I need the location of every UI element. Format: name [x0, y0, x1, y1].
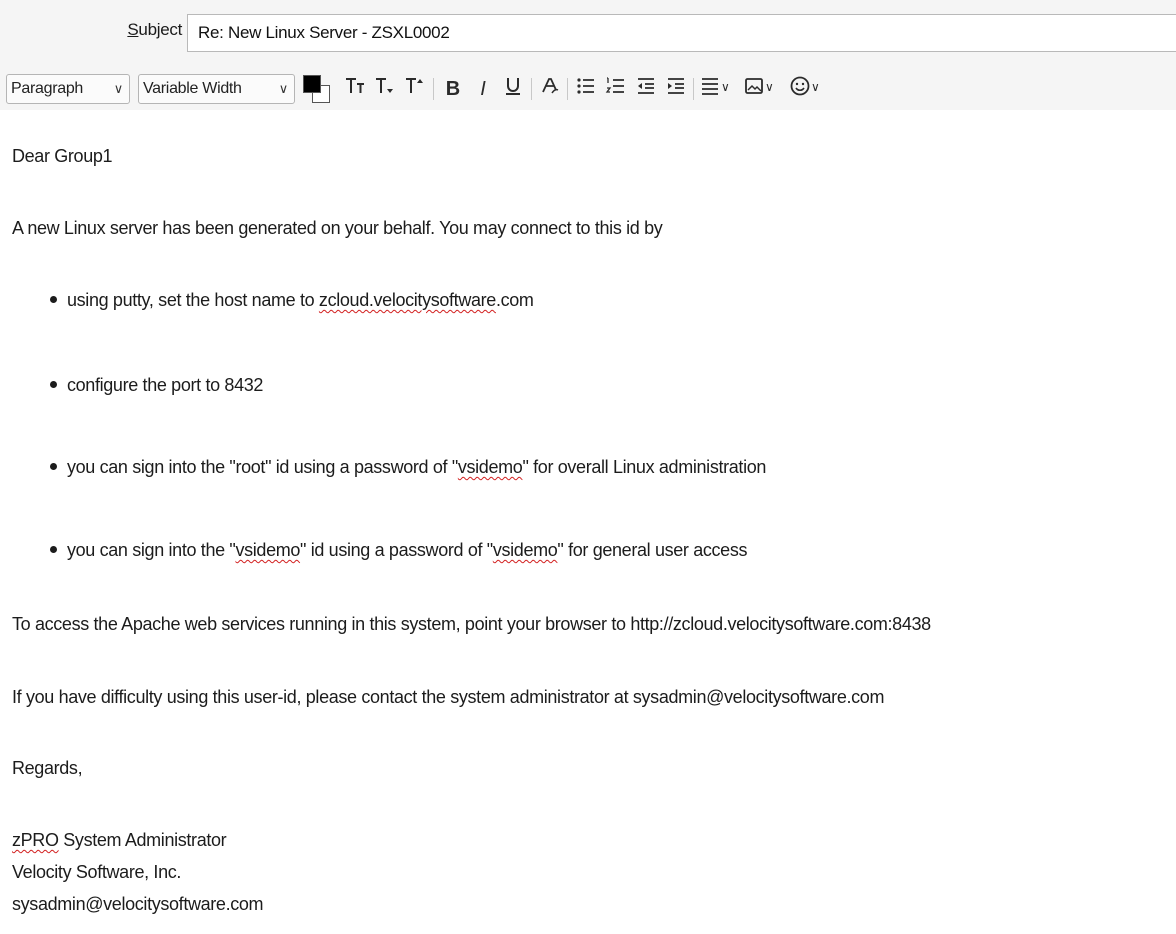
list-item: using putty, set the host name to zcloud… [50, 290, 534, 311]
subject-input[interactable]: Re: New Linux Server - ZSXL0002 [187, 14, 1176, 52]
apache-instructions-text: To access the Apache web services runnin… [12, 614, 931, 634]
italic-icon[interactable]: I [470, 75, 496, 103]
font-family-select[interactable]: Variable Width ∨ [138, 74, 295, 104]
greeting-text: Dear Group1 [12, 146, 113, 166]
intro-text: A new Linux server has been generated on… [12, 218, 663, 238]
font-larger-icon[interactable] [402, 75, 428, 103]
text-color-picker[interactable] [303, 75, 333, 103]
message-body-editor[interactable]: Dear Group1 A new Linux server has been … [0, 110, 1176, 934]
list-item: you can sign into the "root" id using a … [50, 457, 766, 478]
numbered-list-icon[interactable] [603, 75, 629, 103]
toolbar-separator [531, 78, 532, 100]
bullet-icon [50, 380, 57, 388]
bullet-list-icon[interactable] [573, 75, 599, 103]
subject-label-text: ubject [138, 20, 182, 39]
subject-label-accelerator: S [127, 20, 139, 39]
remove-formatting-icon[interactable] [537, 75, 563, 103]
misspelled-word[interactable]: vsidemo [493, 540, 558, 560]
formatting-toolbar: Paragraph ∨ Variable Width ∨ B I ∨ ∨ ∨ [0, 68, 1176, 111]
subject-row: Subject Re: New Linux Server - ZSXL0002 [0, 0, 1176, 68]
regards-text: Regards, [12, 758, 83, 778]
insert-menu-button[interactable]: ∨ [743, 75, 785, 103]
signature-email: sysadmin@velocitysoftware.com [12, 894, 264, 914]
emoji-menu-button[interactable]: ∨ [789, 75, 831, 103]
font-size-icon[interactable] [372, 75, 398, 103]
signature-company: Velocity Software, Inc. [12, 862, 182, 882]
chevron-down-icon: ∨ [721, 80, 730, 94]
subject-label: Subject [127, 20, 182, 40]
misspelled-word[interactable]: zPRO [12, 830, 59, 850]
font-smaller-icon[interactable] [342, 75, 368, 103]
font-family-value: Variable Width [143, 80, 242, 97]
signature-name: zPRO System Administrator [12, 830, 227, 850]
bullet-icon [50, 295, 57, 303]
paragraph-format-value: Paragraph [11, 80, 84, 97]
toolbar-separator [567, 78, 568, 100]
list-item: you can sign into the "vsidemo" id using… [50, 540, 747, 561]
list-item: configure the port to 8432 [50, 375, 263, 396]
chevron-down-icon: ∨ [113, 81, 124, 96]
compose-window: Subject Re: New Linux Server - ZSXL0002 … [0, 0, 1176, 934]
text-color-swatch[interactable] [303, 75, 321, 93]
misspelled-word[interactable]: zcloud.velocitysoftware [319, 290, 496, 310]
toolbar-separator [433, 78, 434, 100]
paragraph-format-select[interactable]: Paragraph ∨ [6, 74, 130, 104]
misspelled-word[interactable]: vsidemo [235, 540, 300, 560]
align-menu-button[interactable]: ∨ [699, 75, 739, 103]
chevron-down-icon: ∨ [765, 80, 774, 94]
align-icon [702, 78, 718, 95]
support-contact-text: If you have difficulty using this user-i… [12, 687, 885, 707]
chevron-down-icon: ∨ [811, 80, 820, 94]
bullet-icon [50, 462, 57, 470]
insert-image-icon [745, 78, 763, 94]
bold-icon[interactable]: B [440, 75, 466, 103]
misspelled-word[interactable]: vsidemo [458, 457, 523, 477]
bullet-icon [50, 545, 57, 553]
indent-icon[interactable] [663, 75, 689, 103]
chevron-down-icon: ∨ [278, 81, 289, 96]
toolbar-separator [693, 78, 694, 100]
emoji-icon [790, 76, 810, 96]
outdent-icon[interactable] [633, 75, 659, 103]
underline-icon[interactable] [500, 75, 526, 103]
